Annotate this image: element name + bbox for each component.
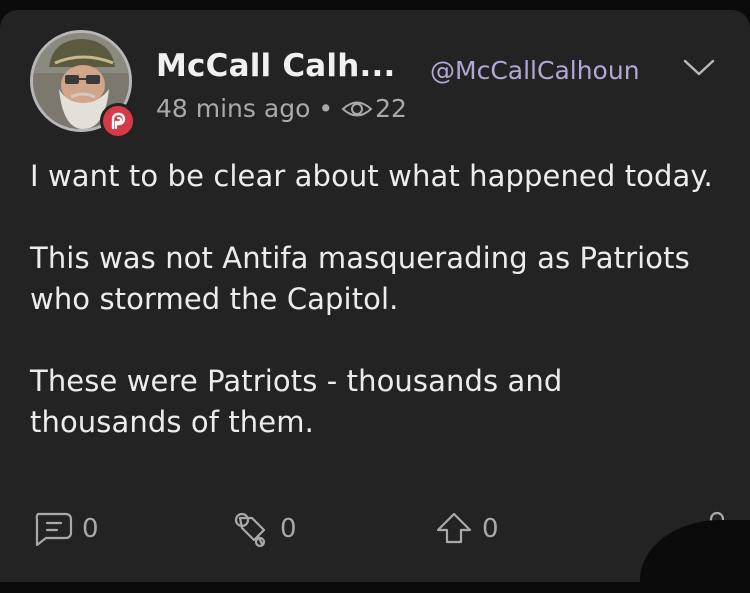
comment-count: 0 (82, 514, 99, 544)
post-body: I want to be clear about what happened t… (30, 156, 720, 484)
parler-badge (100, 103, 136, 139)
eye-icon (341, 101, 373, 116)
post-paragraph: I want to be clear about what happened t… (30, 159, 713, 193)
author-name[interactable]: McCall Calh... (156, 48, 395, 84)
echo-icon (234, 512, 266, 548)
meta-separator: • (318, 94, 334, 123)
upvote-button[interactable]: 0 (430, 510, 499, 548)
chevron-down-icon[interactable] (682, 57, 716, 79)
post-paragraph: These were Patriots - thousands and thou… (30, 364, 563, 439)
top-strip (0, 0, 750, 10)
upvote-count: 0 (482, 514, 499, 544)
parler-logo-icon (111, 112, 126, 130)
echo-count: 0 (280, 514, 297, 544)
author-handle[interactable]: @McCallCalhoun (430, 56, 640, 85)
upvote-icon (436, 512, 472, 544)
action-bar: 0 0 0 (0, 510, 750, 560)
comment-button[interactable]: 0 (30, 510, 99, 548)
comment-icon (35, 512, 73, 547)
post-card: McCall Calh... @McCallCalhoun 48 mins ag… (0, 10, 750, 582)
post-paragraph: This was not Antifa masquerading as Patr… (30, 241, 690, 316)
view-count: 22 (375, 94, 407, 123)
post-timestamp: 48 mins ago (156, 94, 311, 123)
echo-button[interactable]: 0 (228, 510, 297, 548)
post-meta: 48 mins ago • 22 (156, 94, 407, 123)
